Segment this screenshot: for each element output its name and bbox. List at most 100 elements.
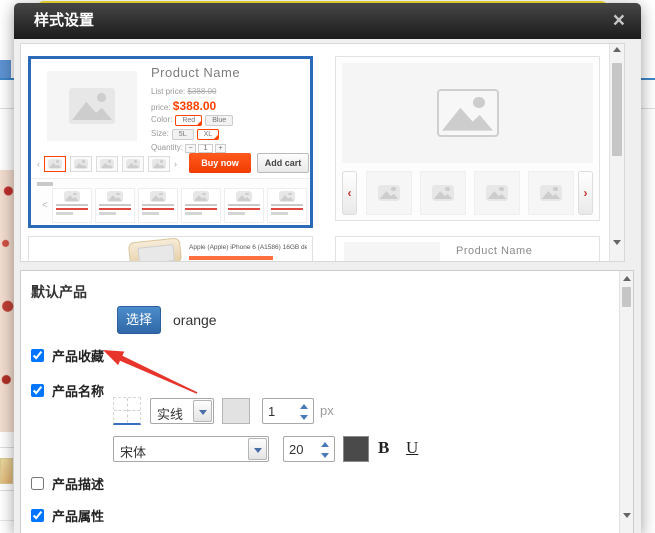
qty-value: 1 (198, 144, 213, 153)
preview-color-row: Color:RedBlue (151, 115, 233, 126)
border-color-swatch[interactable] (222, 398, 250, 424)
carousel-thumbnail (420, 171, 466, 215)
template-option-1-selected[interactable]: Product Name List price: $388.00 price: … (28, 56, 313, 228)
buy-now-button-preview: Buy now (189, 153, 251, 173)
mini-product-card (138, 188, 178, 223)
preview-quantity-row: Quantity:−1+ (151, 143, 226, 153)
image-placeholder-icon (69, 88, 115, 124)
stepper-up-icon[interactable] (319, 439, 331, 449)
carousel-prev-icon: ‹ (342, 171, 357, 215)
carousel-thumbnail (474, 171, 520, 215)
preview-price: price: $388.00 (151, 99, 216, 113)
stepper-down-icon[interactable] (319, 450, 331, 460)
carousel-next-icon: › (578, 171, 593, 215)
template-list-panel: Product Name List price: $388.00 price: … (20, 43, 625, 262)
template-option-4[interactable]: Product Name List price: $388.00 (335, 236, 600, 262)
checkbox-row-name[interactable]: 产品名称 (31, 381, 104, 400)
image-placeholder-icon (437, 89, 499, 137)
mini-product-card (181, 188, 221, 223)
background-divider (0, 490, 14, 491)
preview-main-image (344, 242, 440, 262)
checkbox-row-favorite[interactable]: 产品收藏 (31, 346, 104, 365)
checkbox-row-description[interactable]: 产品描述 (31, 474, 104, 493)
thumbnail (96, 156, 118, 172)
font-size-input[interactable] (289, 440, 315, 458)
font-color-swatch[interactable] (343, 436, 369, 462)
underline-button[interactable]: U (406, 438, 418, 458)
preview-product-title: Apple (Apple) iPhone 6 (A1586) 16GB deep (189, 244, 307, 251)
template-scrollbar[interactable] (609, 44, 624, 261)
carousel-thumbnail (528, 171, 574, 215)
preview-product-name: Product Name (456, 245, 532, 257)
scroll-up-icon[interactable] (610, 44, 624, 56)
background-divider (0, 447, 14, 448)
favorite-label: 产品收藏 (52, 346, 104, 365)
stepper-up-icon[interactable] (298, 401, 310, 411)
template-option-2[interactable]: ‹ › (335, 56, 600, 221)
scroll-up-icon[interactable] (620, 273, 633, 285)
settings-panel: 默认产品 选择 orange 产品收藏 产品名称 实线 px 宋体 (20, 270, 634, 533)
mini-product-card (52, 188, 92, 223)
style-settings-dialog: 样式设置 × Product Name List price: $388.00 … (14, 3, 641, 533)
preview-carousel: ‹ › (336, 171, 599, 215)
font-family-select[interactable]: 宋体 (113, 436, 269, 462)
select-product-button[interactable]: 选择 (117, 306, 161, 334)
add-cart-button-preview: Add cart (257, 153, 309, 173)
product-name-label: 产品名称 (52, 381, 104, 400)
settings-scrollbar[interactable] (619, 271, 633, 533)
px-unit-label: px (320, 403, 334, 418)
mini-product-card (267, 188, 307, 223)
preview-product-name: Product Name (151, 65, 240, 80)
scroll-down-icon[interactable] (610, 236, 624, 248)
preview-list-price: List price: $388.00 (151, 87, 216, 96)
scrollbar-thumb[interactable] (612, 63, 622, 156)
close-icon[interactable]: × (613, 7, 625, 35)
preview-main-image (342, 63, 593, 163)
size-option-1: 5L (172, 129, 194, 140)
border-width-stepper[interactable] (262, 398, 314, 424)
product-name-checkbox[interactable] (31, 384, 44, 397)
selected-product-value: orange (173, 312, 217, 328)
background-thumbnail (0, 458, 13, 484)
color-option-blue: Blue (205, 115, 233, 126)
border-style-value: 实线 (157, 404, 183, 423)
template-option-3[interactable]: Apple (Apple) iPhone 6 (A1586) 16GB deep (28, 236, 313, 262)
description-label: 产品描述 (52, 474, 104, 493)
related-products-strip: < > (31, 178, 310, 225)
preview-main-image (47, 71, 137, 141)
favorite-checkbox[interactable] (31, 349, 44, 362)
scroll-down-icon[interactable] (620, 509, 633, 521)
preview-list-price: List price: $388.00 (456, 261, 521, 262)
bold-button[interactable]: B (378, 438, 389, 458)
stepper-down-icon[interactable] (298, 412, 310, 422)
checkbox-row-attributes[interactable]: 产品属性 (31, 506, 104, 525)
border-width-input[interactable] (268, 402, 294, 420)
dialog-title: 样式设置 (34, 3, 94, 39)
qty-plus: + (215, 144, 226, 153)
border-style-select[interactable]: 实线 (150, 398, 214, 424)
dialog-header: 样式设置 × (14, 3, 641, 39)
border-position-picker[interactable] (113, 397, 141, 425)
thumb-next-icon: › (174, 159, 177, 169)
chevron-down-icon[interactable] (248, 438, 267, 460)
background-tab-fragment (0, 60, 11, 79)
thumbnail (148, 156, 170, 172)
iphone-product-image (128, 237, 182, 262)
attributes-label: 产品属性 (52, 506, 104, 525)
preview-price-bar (189, 256, 273, 260)
thumbnail (44, 156, 66, 172)
related-prev-icon: < (42, 200, 48, 211)
thumbnail (70, 156, 92, 172)
color-option-red: Red (175, 115, 202, 126)
attributes-checkbox[interactable] (31, 509, 44, 522)
related-next-icon: > (311, 200, 313, 211)
font-size-stepper[interactable] (283, 436, 335, 462)
chevron-down-icon[interactable] (193, 400, 212, 422)
thumbnail (122, 156, 144, 172)
scrollbar-thumb[interactable] (622, 287, 631, 307)
description-checkbox[interactable] (31, 477, 44, 490)
default-product-label: 默认产品 (31, 282, 87, 302)
thumb-prev-icon: ‹ (37, 159, 40, 169)
carousel-thumbnail (366, 171, 412, 215)
qty-minus: − (185, 144, 196, 153)
